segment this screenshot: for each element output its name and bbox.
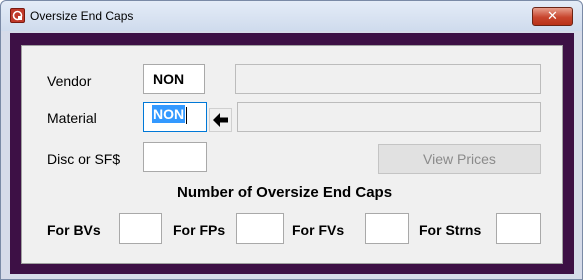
for-fps-field[interactable]: [236, 213, 284, 244]
dialog-window: Oversize End Caps ✕ Vendor NON Material …: [0, 0, 583, 280]
for-strns-label: For Strns: [419, 222, 482, 238]
section-heading: Number of Oversize End Caps: [177, 184, 393, 201]
for-fvs-field[interactable]: [365, 213, 409, 244]
title-bar[interactable]: Oversize End Caps ✕: [1, 1, 582, 31]
material-code-field[interactable]: NON: [143, 102, 207, 132]
for-fps-label: For FPs: [173, 222, 226, 238]
close-button[interactable]: ✕: [532, 7, 573, 26]
for-bvs-field[interactable]: [119, 213, 162, 244]
app-logo-icon: [10, 8, 25, 23]
for-fvs-label: For FVs: [292, 222, 345, 238]
material-label: Material: [47, 110, 97, 126]
lookup-button[interactable]: [209, 108, 232, 132]
vendor-code-value: NON: [153, 71, 185, 87]
text-caret: [186, 106, 188, 124]
vendor-code-field[interactable]: NON: [143, 64, 205, 94]
window-title: Oversize End Caps: [30, 9, 134, 23]
left-arrow-icon: [213, 113, 228, 127]
for-bvs-label: For BVs: [47, 222, 101, 238]
material-code-value: NON: [152, 105, 186, 123]
view-prices-button[interactable]: View Prices: [378, 144, 541, 174]
vendor-description-field: [235, 64, 541, 94]
material-description-field: [237, 102, 541, 132]
vendor-label: Vendor: [47, 73, 92, 89]
for-strns-field[interactable]: [496, 213, 541, 244]
disc-field[interactable]: [143, 142, 207, 172]
disc-label: Disc or SF$: [47, 151, 121, 167]
